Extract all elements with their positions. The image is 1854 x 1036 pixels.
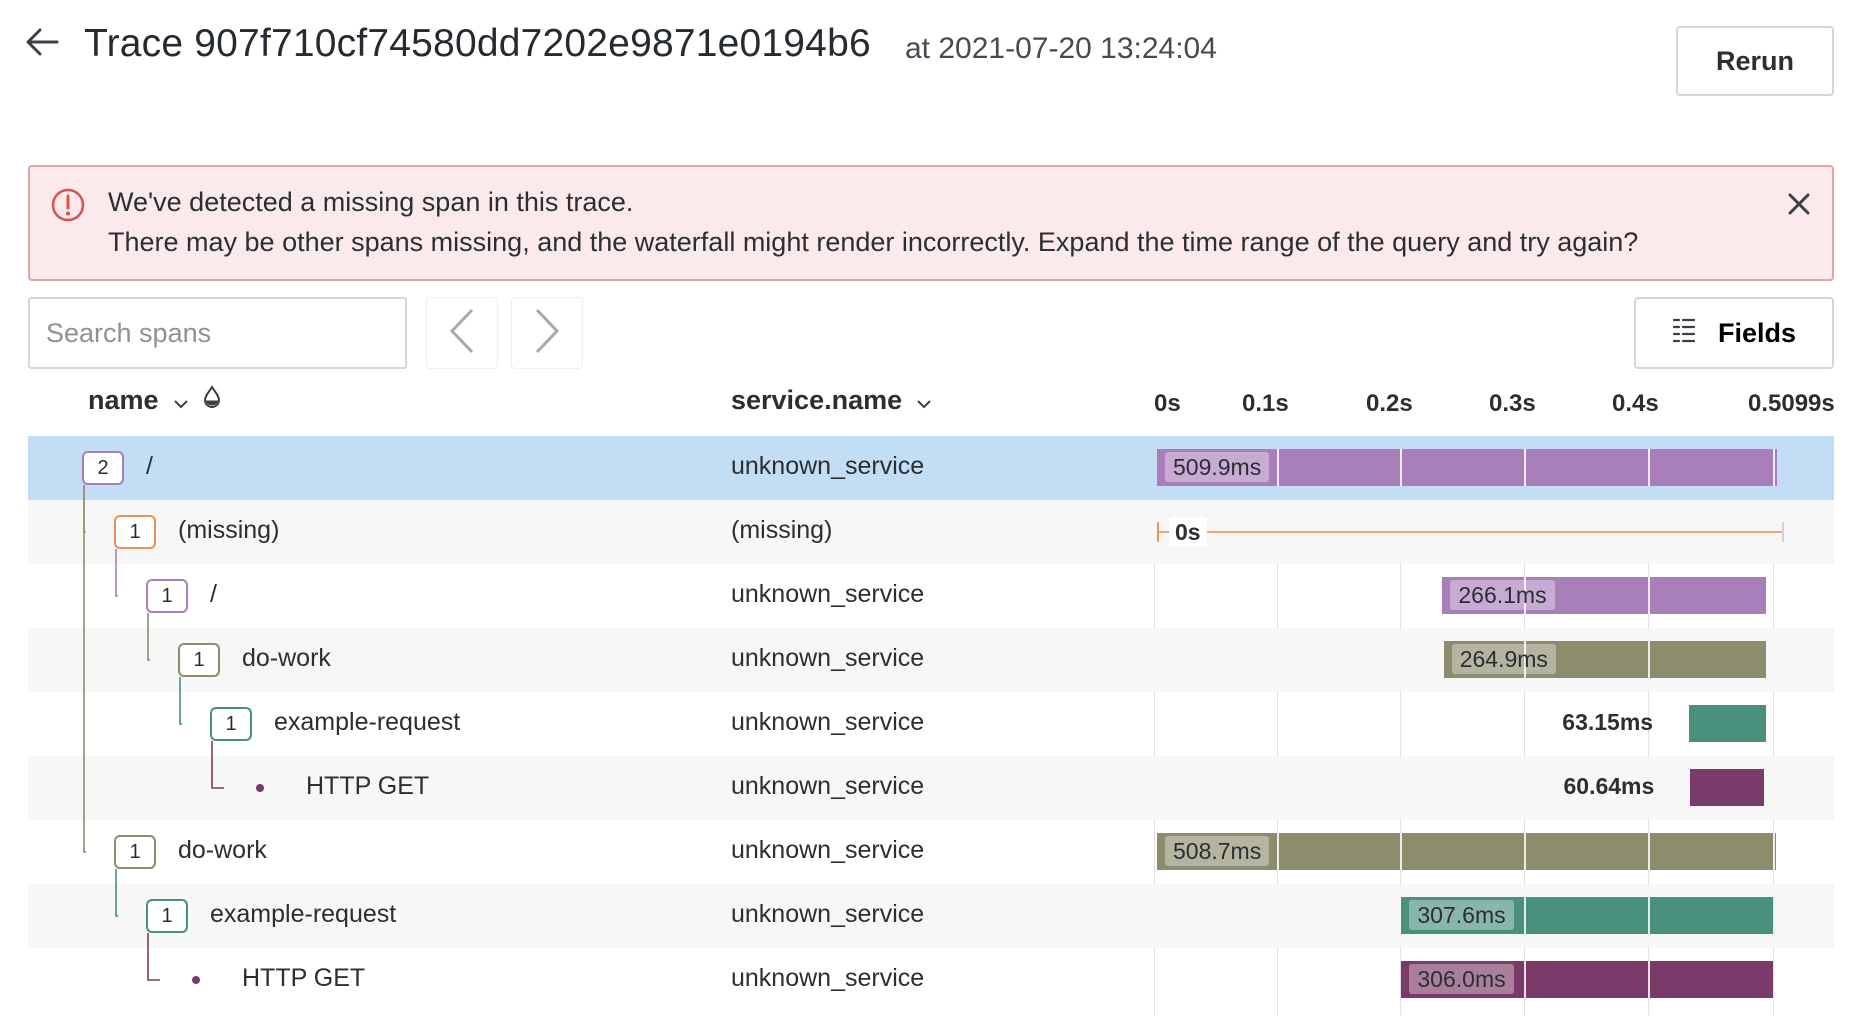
span-duration-label: 60.64ms [1563,773,1655,799]
span-row[interactable]: 1 example-request unknown_service 307.6ms [28,884,1834,948]
span-duration-label: 0s [1169,517,1207,547]
service-name: unknown_service [731,836,925,864]
service-name: unknown_service [731,708,925,736]
page-title: Trace 907f710cf74580dd7202e9871e0194b6 [84,22,871,65]
leaf-span-dot [192,976,200,984]
span-name: HTTP GET [242,964,366,992]
bar-gridline [1277,449,1279,486]
rerun-button[interactable]: Rerun [1676,26,1834,96]
bar-gridline [1524,449,1526,486]
span-row[interactable]: 1 do-work unknown_service 508.7ms [28,820,1834,884]
timeline-tick-label: 0.4s [1612,390,1659,417]
span-name: do-work [242,644,331,672]
bar-gridline [1277,833,1279,870]
span-row[interactable]: 1 do-work unknown_service 264.9ms [28,628,1834,692]
column-header-name[interactable]: name [88,385,221,416]
child-count-badge[interactable]: 1 [114,835,156,869]
timeline-tick-label: 0.3s [1489,390,1536,417]
service-name: unknown_service [731,964,925,992]
child-count-badge[interactable]: 1 [114,515,156,549]
span-name: HTTP GET [306,772,430,800]
bar-gridline [1773,449,1775,486]
span-name: example-request [274,708,461,736]
bar-gridline [1524,961,1526,998]
service-name: (missing) [731,516,833,544]
fields-label: Fields [1717,317,1797,348]
span-row[interactable]: HTTP GET unknown_service 306.0ms [28,948,1834,1012]
bar-gridline [1648,577,1650,614]
bar-gridline [1773,897,1775,934]
bar-gridline [1773,833,1775,870]
span-name: do-work [178,836,267,864]
service-name: unknown_service [731,772,925,800]
span-duration-label: 63.15ms [1562,709,1654,735]
trace-timestamp: at 2021-07-20 13:24:04 [905,32,1217,65]
span-duration-label: 306.0ms [1409,964,1514,994]
alert-circle-icon [50,187,86,228]
span-row[interactable]: 2 / unknown_service 509.9ms [28,436,1834,500]
bar-gridline [1648,897,1650,934]
service-name: unknown_service [731,644,925,672]
bar-gridline [1524,833,1526,870]
span-duration-label: 266.1ms [1450,580,1555,610]
service-name: unknown_service [731,452,925,480]
child-count-badge[interactable]: 1 [178,643,220,677]
alert-message: There may be other spans missing, and th… [108,227,1639,257]
missing-span-alert: We've detected a missing span in this tr… [28,165,1834,281]
service-name: unknown_service [731,580,925,608]
columns-list-icon [1672,317,1696,350]
span-duration-bar[interactable] [1689,705,1766,742]
column-header-service[interactable]: service.name [731,385,932,416]
search-spans-input[interactable] [28,297,407,369]
bar-gridline [1400,449,1402,486]
child-count-badge[interactable]: 2 [82,451,124,485]
timeline-tick-label: 0.1s [1242,390,1289,417]
missing-span-bar[interactable] [1157,531,1782,533]
droplet-icon[interactable] [203,385,221,416]
missing-span-bar-start [1157,522,1159,542]
bar-gridline [1648,833,1650,870]
span-duration-label: 307.6ms [1409,900,1514,930]
bar-gridline [1524,897,1526,934]
span-duration-label: 509.9ms [1165,452,1270,482]
chevron-down-icon[interactable] [173,385,189,416]
span-row[interactable]: 1 / unknown_service 266.1ms [28,564,1834,628]
span-row[interactable]: 1 example-request unknown_service 63.15ms [28,692,1834,756]
bar-gridline [1400,833,1402,870]
column-label-name: name [88,385,159,415]
bar-gridline [1648,449,1650,486]
service-name: unknown_service [731,900,925,928]
bar-gridline [1648,961,1650,998]
missing-span-bar-end [1782,522,1784,542]
next-match-button[interactable] [511,297,583,369]
timeline-tick-label: 0s [1154,390,1181,417]
span-duration-label: 508.7ms [1165,836,1270,866]
column-label-service: service.name [731,385,903,415]
timeline-tick-label: 0.5099s [1748,390,1835,417]
back-arrow-icon[interactable] [24,24,60,60]
span-name: example-request [210,900,397,928]
chevron-left-icon [447,308,477,359]
span-name: / [210,580,217,608]
child-count-badge[interactable]: 1 [146,899,188,933]
span-duration-bar[interactable] [1690,769,1765,806]
chevron-right-icon [532,308,562,359]
chevron-down-icon[interactable] [916,385,932,416]
timeline-tick-label: 0.2s [1366,390,1413,417]
alert-title: We've detected a missing span in this tr… [108,187,634,217]
span-name: (missing) [178,516,280,544]
span-row[interactable]: HTTP GET unknown_service 60.64ms [28,756,1834,820]
fields-button[interactable]: Fields [1634,297,1834,369]
span-duration-label: 264.9ms [1451,644,1556,674]
span-name: / [146,452,153,480]
previous-match-button[interactable] [426,297,498,369]
span-row[interactable]: 1 (missing) (missing) 0s [28,500,1834,564]
child-count-badge[interactable]: 1 [210,707,252,741]
bar-gridline [1648,641,1650,678]
child-count-badge[interactable]: 1 [146,579,188,613]
leaf-span-dot [256,784,264,792]
close-icon[interactable] [1788,193,1810,220]
